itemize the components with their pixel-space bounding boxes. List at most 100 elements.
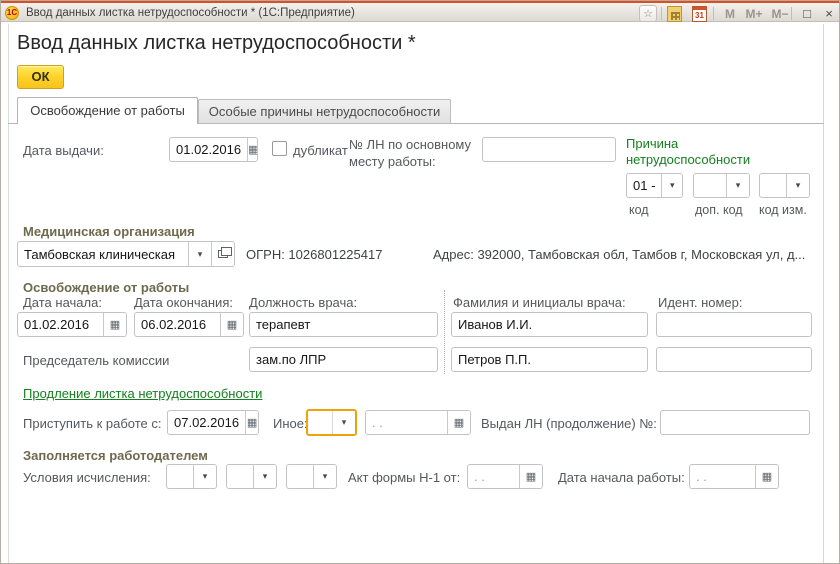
dropdown-arrow-icon[interactable]: ▾ [193, 465, 216, 488]
issued-ln-value [661, 411, 809, 434]
med-org-combo[interactable]: Тамбовская клиническая ▾ [17, 241, 235, 267]
duplicate-checkbox[interactable] [272, 141, 287, 156]
chairman-position-input[interactable]: зам.по ЛПР [249, 347, 438, 372]
issue-date-value: 01.02.2016 [176, 142, 242, 157]
condition2-value [227, 465, 253, 488]
act-date-placeholder: . . [474, 469, 485, 484]
chairman-id-value [657, 348, 811, 371]
tab-release-from-work[interactable]: Освобождение от работы [17, 97, 198, 124]
extension-link[interactable]: Продление листка нетрудоспособности [23, 386, 262, 401]
favorites-icon[interactable]: ☆ [639, 5, 657, 22]
resume-date-input[interactable]: 07.02.2016 ▦ [167, 410, 259, 435]
calendar-picker-icon[interactable]: ▦ [245, 411, 258, 434]
calendar-picker-icon[interactable]: ▦ [447, 411, 470, 434]
resume-date-value: 07.02.2016 [174, 415, 240, 430]
maximize-button[interactable]: □ [797, 5, 817, 22]
open-item-icon[interactable] [211, 242, 234, 266]
doctor-name-input[interactable]: Иванов И.И. [451, 312, 648, 337]
tab-special-causes[interactable]: Особые причины нетрудоспособности [198, 99, 451, 124]
cause-change-code-combo[interactable]: ▾ [759, 173, 810, 198]
release-section-title: Освобождение от работы [23, 280, 190, 295]
dropdown-arrow-icon[interactable]: ▾ [661, 174, 682, 197]
add-code-label: доп. код [695, 203, 743, 217]
memory-plus-button[interactable]: M+ [743, 5, 765, 22]
work-start-label: Дата начала работы: [558, 470, 685, 485]
condition2-combo[interactable]: ▾ [226, 464, 277, 489]
end-date-input[interactable]: 06.02.2016 ▦ [134, 312, 244, 337]
end-date-value: 06.02.2016 [141, 317, 207, 332]
doctor-position-label: Должность врача: [249, 295, 358, 310]
calendar-picker-icon[interactable]: ▦ [755, 465, 778, 488]
ok-button[interactable]: ОК [17, 65, 64, 89]
act-h1-label: Акт формы Н-1 от: [348, 470, 461, 485]
titlebar-separator [661, 7, 662, 20]
resume-work-label: Приступить к работе с: [23, 416, 162, 431]
ln-main-label: № ЛН по основному месту работы: [349, 136, 471, 170]
doctor-name-value: Иванов И.И. [458, 317, 533, 332]
dropdown-arrow-icon[interactable]: ▾ [332, 411, 355, 434]
cause-add-code-combo[interactable]: ▾ [693, 173, 750, 198]
start-date-value: 01.02.2016 [24, 317, 90, 332]
calculator-icon[interactable] [667, 6, 682, 22]
chairman-name-value: Петров П.П. [458, 352, 531, 367]
issue-date-label: Дата выдачи: [23, 143, 104, 158]
memory-button[interactable]: M [719, 5, 741, 22]
start-date-input[interactable]: 01.02.2016 ▦ [17, 312, 127, 337]
dropdown-arrow-icon[interactable]: ▾ [726, 174, 749, 197]
ln-main-label-line1: № ЛН по основному [349, 137, 472, 152]
calendar-day-number: 31 [695, 11, 704, 20]
calendar-icon[interactable]: 31 [692, 6, 707, 22]
titlebar-separator [713, 7, 714, 20]
act-date-input[interactable]: . . ▦ [467, 464, 543, 489]
other-date-placeholder: . . [372, 415, 383, 430]
cause-code-combo[interactable]: 01 - ▾ [626, 173, 683, 198]
address-text: Адрес: 392000, Тамбовская обл, Тамбов г,… [433, 247, 806, 262]
work-start-date-input[interactable]: . . ▦ [689, 464, 779, 489]
employer-section-title: Заполняется работодателем [23, 448, 208, 463]
form-left-border [8, 24, 9, 563]
form-body: Ввод данных листка нетрудоспособности * … [1, 24, 839, 563]
id-number-label: Идент. номер: [658, 295, 743, 310]
dropdown-arrow-icon[interactable]: ▾ [786, 174, 809, 197]
calendar-picker-icon[interactable]: ▦ [519, 465, 542, 488]
calendar-picker-icon[interactable]: ▦ [220, 313, 243, 336]
calendar-picker-icon[interactable]: ▦ [247, 138, 257, 161]
calendar-picker-icon[interactable]: ▦ [103, 313, 126, 336]
dropdown-arrow-icon[interactable]: ▾ [253, 465, 276, 488]
other-date-input[interactable]: . . ▦ [365, 410, 471, 435]
cause-title-line2: нетрудоспособности [626, 152, 751, 167]
other-label: Иное: [273, 416, 308, 431]
close-button[interactable]: × [819, 5, 839, 22]
id-number-value [657, 313, 811, 336]
cause-title-line1: Причина [626, 136, 679, 151]
condition1-combo[interactable]: ▾ [166, 464, 217, 489]
other-code-combo[interactable]: ▾ [306, 409, 357, 436]
chairman-position-value: зам.по ЛПР [256, 352, 327, 367]
id-number-input[interactable] [656, 312, 812, 337]
chairman-name-input[interactable]: Петров П.П. [451, 347, 648, 372]
calc-conditions-label: Условия исчисления: [23, 470, 151, 485]
issue-date-input[interactable]: 01.02.2016 ▦ [169, 137, 258, 162]
dropdown-arrow-icon[interactable]: ▾ [188, 242, 211, 266]
condition1-value [167, 465, 193, 488]
ogrn-text: ОГРН: 1026801225417 [246, 247, 383, 262]
ln-main-input[interactable] [482, 137, 616, 162]
chairman-label: Председатель комиссии [23, 353, 170, 368]
doctor-position-input[interactable]: терапевт [249, 312, 438, 337]
page-title: Ввод данных листка нетрудоспособности * [17, 32, 416, 54]
memory-minus-button[interactable]: M− [769, 5, 791, 22]
issued-ln-input[interactable] [660, 410, 810, 435]
issued-ln-label: Выдан ЛН (продолжение) №: [481, 416, 657, 431]
change-code-label: код изм. [759, 203, 807, 217]
window-title: Ввод данных листка нетрудоспособности * … [26, 7, 355, 19]
doctor-name-label: Фамилия и инициалы врача: [453, 295, 626, 310]
duplicate-label: дубликат [293, 143, 348, 158]
cause-add-code-value [694, 174, 726, 197]
titlebar-separator [791, 7, 792, 20]
code-label: код [629, 203, 649, 217]
chairman-id-input[interactable] [656, 347, 812, 372]
med-org-value: Тамбовская клиническая [24, 246, 176, 262]
dropdown-arrow-icon[interactable]: ▾ [313, 465, 336, 488]
doctor-position-value: терапевт [256, 317, 311, 332]
condition3-combo[interactable]: ▾ [286, 464, 337, 489]
